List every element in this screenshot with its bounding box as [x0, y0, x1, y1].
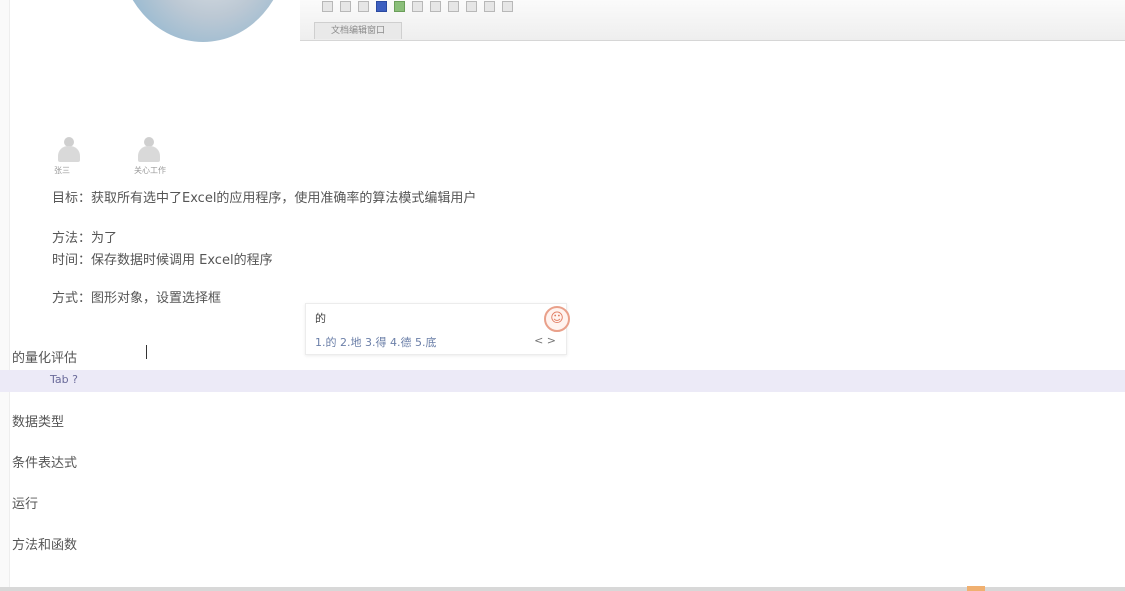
table-icon[interactable]: [412, 0, 423, 12]
list-item: 数据类型: [12, 415, 65, 430]
status-bar: [0, 587, 1125, 591]
doc-line-goal: 目标：获取所有选中了Excel的应用程序，使用准确率的算法模式编辑用户: [52, 191, 477, 206]
list-icon[interactable]: [430, 0, 441, 12]
app-logo: [118, 0, 288, 42]
image-icon[interactable]: [394, 0, 405, 12]
list-item: 方法和函数: [12, 538, 78, 553]
ime-input-text: 的: [315, 312, 326, 325]
doc-line-time: 时间：保存数据时候调用 Excel的程序: [52, 253, 273, 268]
selected-line-text: Tab ?: [50, 373, 78, 386]
avatar-caption: 张三: [54, 166, 70, 175]
link-icon[interactable]: [466, 0, 477, 12]
indent-icon[interactable]: [448, 0, 459, 12]
list-item: 运行: [12, 497, 39, 512]
toolbar-buttons: [322, 0, 513, 12]
copy-icon[interactable]: [358, 0, 369, 12]
user-avatar-icon: 张三: [54, 137, 84, 175]
text-cursor: [146, 345, 147, 359]
status-indicator: [967, 586, 985, 591]
ime-candidates[interactable]: 1.的 2.地 3.得 4.德 5.底: [315, 334, 436, 350]
list-item: 条件表达式: [12, 456, 78, 471]
align-icon[interactable]: [484, 0, 495, 12]
smiley-icon[interactable]: ☺: [544, 306, 570, 332]
doc-line-approach: 方式：图形对象，设置选择框: [52, 291, 222, 306]
doc-line-heading: 的量化评估: [12, 351, 78, 366]
tab-document[interactable]: 文档编辑窗口: [314, 22, 402, 39]
ime-candidate-popup[interactable]: 的 1.的 2.地 3.得 4.德 5.底 < > ☺: [305, 303, 570, 355]
format-icon[interactable]: [376, 0, 387, 12]
doc-line-method: 方法：为了: [52, 231, 118, 246]
selected-line[interactable]: Tab ?: [0, 370, 1125, 392]
redo-icon[interactable]: [340, 0, 351, 12]
avatar-caption: 关心工作: [134, 166, 166, 175]
user-avatar-icon: 关心工作: [134, 137, 166, 175]
toolbar: 文档编辑窗口: [300, 0, 1125, 41]
settings-icon[interactable]: [502, 0, 513, 12]
undo-icon[interactable]: [322, 0, 333, 12]
document-area[interactable]: 张三 关心工作 目标：获取所有选中了Excel的应用程序，使用准确率的算法模式编…: [0, 41, 1125, 591]
ime-page-arrows[interactable]: < >: [534, 334, 556, 347]
